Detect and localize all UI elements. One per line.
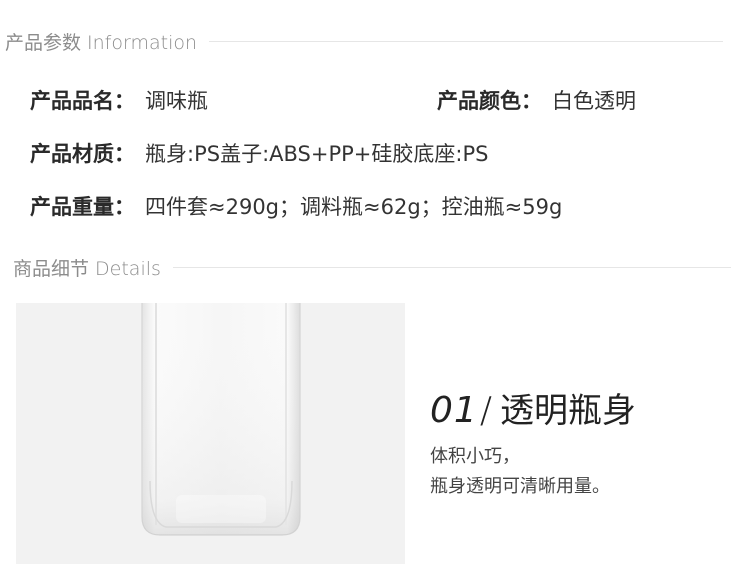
detail-number: 01 — [430, 390, 478, 431]
spec-row-name-color: 产品品名： 调味瓶 产品颜色： 白色透明 — [30, 85, 720, 115]
spec-label-weight: 产品重量： — [30, 195, 135, 219]
spec-pair-color: 产品颜色： 白色透明 — [437, 85, 636, 115]
detail-line-1: 体积小巧， — [430, 446, 520, 467]
spec-row-weight: 产品重量： 四件套≈290g；调料瓶≈62g；控油瓶≈59g — [30, 191, 562, 221]
detail-line-2: 瓶身透明可清晰用量。 — [430, 476, 610, 497]
detail-callout: 01 / 透明瓶身 体积小巧， 瓶身透明可清晰用量。 — [430, 383, 740, 502]
detail-description: 体积小巧， 瓶身透明可清晰用量。 — [430, 442, 740, 502]
spec-row-material: 产品材质： 瓶身:PS盖子:ABS+PP+硅胶底座:PS — [30, 138, 488, 168]
section-title-text: 产品参数 Information — [5, 32, 198, 54]
section-title-information: 产品参数 Information — [5, 28, 723, 55]
spec-value-material: 瓶身:PS盖子:ABS+PP+硅胶底座:PS — [145, 142, 489, 166]
detail-heading: 01 / 透明瓶身 — [430, 383, 740, 432]
section-title-details: 商品细节 Details — [13, 254, 731, 281]
spec-value-color: 白色透明 — [552, 89, 636, 113]
detail-slash: / — [479, 390, 492, 431]
section-divider — [172, 267, 731, 268]
detail-heading-text: 透明瓶身 — [499, 391, 636, 431]
spec-label-material: 产品材质： — [30, 142, 135, 166]
section-title-text: 商品细节 Details — [13, 258, 161, 280]
spec-value-name: 调味瓶 — [145, 89, 208, 113]
section-divider — [209, 41, 723, 42]
spec-label-name: 产品品名： — [30, 89, 135, 113]
product-photo — [16, 303, 405, 564]
spec-value-weight: 四件套≈290g；调料瓶≈62g；控油瓶≈59g — [145, 195, 563, 219]
bottle-illustration — [141, 303, 301, 536]
spec-label-color: 产品颜色： — [437, 89, 542, 113]
